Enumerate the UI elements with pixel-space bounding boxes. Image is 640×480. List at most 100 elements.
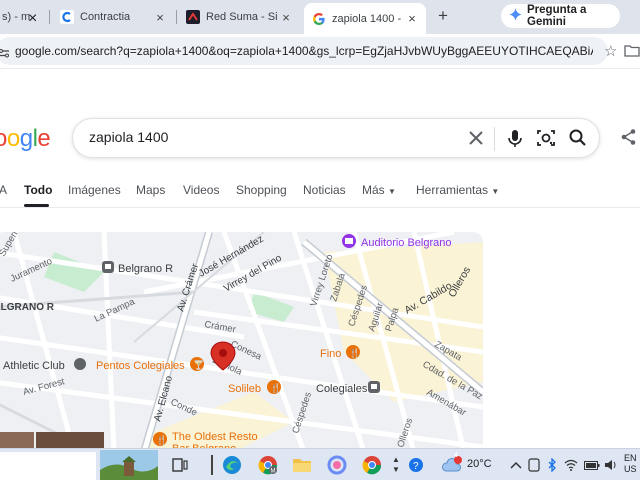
tabs-divider xyxy=(0,207,640,208)
tray-chevron-up-icon[interactable] xyxy=(507,453,525,477)
contractia-favicon-icon xyxy=(60,10,74,24)
poi-colegiales-station[interactable]: Colegiales xyxy=(316,381,380,395)
map-preview[interactable]: Superi Juramento La Pampa Av. Crámer Jos… xyxy=(0,232,483,452)
bar-icon: 🍸 xyxy=(193,359,204,370)
clear-search-icon[interactable] xyxy=(465,127,487,149)
battery-icon[interactable] xyxy=(582,453,602,477)
restaurant-icon: 🍴 xyxy=(156,434,167,446)
temperature-label[interactable]: 20°C xyxy=(467,458,492,470)
tab-mas[interactable]: Más ▼ xyxy=(362,183,396,197)
tab-mas-label: Más xyxy=(362,183,385,197)
google-favicon-icon xyxy=(312,12,326,26)
volume-icon[interactable] xyxy=(602,453,620,477)
voice-search-mic-icon[interactable] xyxy=(504,127,526,154)
map-park xyxy=(44,252,104,292)
tab-1-label: s) - m xyxy=(2,11,31,23)
poi-label: Pentos Colegiales xyxy=(96,360,185,372)
weather-icon[interactable]: 4 xyxy=(440,452,464,477)
weather-badge: 4 xyxy=(454,452,458,459)
wifi-icon[interactable] xyxy=(562,453,580,477)
widget-landscape-thumbnail[interactable] xyxy=(100,450,158,480)
poi-athletic[interactable]: Athletic Club xyxy=(3,358,86,372)
bookmarks-folder-icon[interactable] xyxy=(624,44,640,62)
tab-close-icon[interactable]: × xyxy=(152,10,168,25)
tab-separator xyxy=(176,10,177,24)
poi-solileb[interactable]: Solileb 🍴 xyxy=(228,380,281,395)
gemini-sparkle-icon xyxy=(509,8,522,24)
language-indicator[interactable]: EN US xyxy=(624,453,637,475)
search-input[interactable] xyxy=(89,129,449,145)
tab-maps[interactable]: Maps xyxy=(136,183,165,197)
taskbar-search-area[interactable] xyxy=(0,452,96,480)
svg-text:?: ? xyxy=(413,461,419,472)
url-text: google.com/search?q=zapiola+1400&oq=zapi… xyxy=(15,44,593,58)
search-box-divider xyxy=(494,127,495,151)
language-code: EN xyxy=(624,453,637,463)
tools-label: Herramientas xyxy=(416,183,489,197)
tab-noticias[interactable]: Noticias xyxy=(303,183,346,197)
poi-label: Athletic Club xyxy=(3,360,65,372)
url-field[interactable]: google.com/search?q=zapiola+1400&oq=zapi… xyxy=(0,37,608,65)
edge-icon[interactable] xyxy=(220,453,244,477)
tools-button[interactable]: Herramientas ▼ xyxy=(416,183,499,197)
poi-label: Fino xyxy=(320,348,341,360)
site-info-icon[interactable] xyxy=(0,46,10,64)
area-label: ELGRANO R xyxy=(0,302,55,313)
address-bar-row: google.com/search?q=zapiola+1400&oq=zapi… xyxy=(0,34,640,68)
tab-shopping[interactable]: Shopping xyxy=(236,183,287,197)
search-submit-icon[interactable] xyxy=(568,128,588,153)
bookmark-star-icon[interactable]: ☆ xyxy=(604,42,617,60)
gemini-label: Pregunta a Gemini xyxy=(527,4,587,28)
tab-1[interactable]: s) - m xyxy=(0,3,46,31)
chevron-down-icon: ▼ xyxy=(388,187,396,196)
chevron-down-icon: ▼ xyxy=(491,187,500,196)
photos-app-icon[interactable] xyxy=(325,453,349,477)
device-icon[interactable] xyxy=(525,453,543,477)
search-box[interactable] xyxy=(72,118,600,158)
tab-close-icon[interactable]: × xyxy=(278,10,294,25)
red-suma-favicon-icon xyxy=(186,10,200,24)
restaurant-icon: 🍴 xyxy=(270,382,281,394)
tab-red-suma[interactable]: Red Suma - Siste × xyxy=(178,3,300,31)
poi-label: Belgrano R xyxy=(118,263,173,275)
tab-1-close-icon[interactable]: × xyxy=(28,10,37,28)
poi-label: The Oldest Resto xyxy=(172,431,258,443)
street-label: Conde xyxy=(169,397,199,419)
restaurant-icon: 🍴 xyxy=(349,347,360,359)
new-tab-button[interactable]: + xyxy=(433,6,453,26)
google-lens-camera-icon[interactable] xyxy=(536,128,556,153)
poi-label: Auditorio Belgrano xyxy=(361,237,452,249)
windows-taskbar: M ▲ ▼ ? 4 20°C EN US xyxy=(0,448,640,480)
tab-zapiola-active[interactable]: zapiola 1400 - B × xyxy=(304,3,426,34)
map-canvas: Superi Juramento La Pampa Av. Crámer Jos… xyxy=(0,232,483,452)
poi-belgrano-r-station[interactable]: Belgrano R xyxy=(102,261,173,275)
task-view-icon[interactable] xyxy=(168,453,192,477)
help-icon[interactable]: ? xyxy=(404,453,428,477)
poi-fino[interactable]: Fino 🍴 xyxy=(320,345,360,360)
tab-label: Contractia xyxy=(80,11,131,23)
chrome-icon[interactable] xyxy=(360,453,384,477)
tab-contractia[interactable]: Contractia × xyxy=(52,3,174,31)
region-code: US xyxy=(624,464,637,474)
tab-separator xyxy=(49,10,50,24)
tab-videos[interactable]: Videos xyxy=(183,183,219,197)
file-explorer-icon[interactable] xyxy=(290,453,314,477)
tab-ai-mode[interactable]: A xyxy=(0,183,7,197)
poi-label: Solileb xyxy=(228,383,261,395)
tab-close-icon[interactable]: × xyxy=(404,11,420,26)
search-tabs: A Todo Imágenes Maps Videos Shopping Not… xyxy=(0,180,640,208)
street-label: Céspedes xyxy=(290,391,314,435)
svg-text:M: M xyxy=(271,469,276,475)
tab-label: zapiola 1400 - B xyxy=(332,12,404,25)
share-icon[interactable] xyxy=(620,128,638,151)
chrome-profile-icon[interactable]: M xyxy=(256,453,280,477)
tab-todo[interactable]: Todo xyxy=(24,183,52,197)
poi-label: Colegiales xyxy=(316,383,368,395)
tab-imagenes[interactable]: Imágenes xyxy=(68,183,121,197)
bluetooth-icon[interactable] xyxy=(543,453,561,477)
google-logo[interactable]: oogle xyxy=(0,125,51,153)
ask-gemini-button[interactable]: Pregunta a Gemini xyxy=(501,4,620,28)
browser-tab-strip: s) - m × Contractia × Red Suma - Siste ×… xyxy=(0,0,640,34)
tab-label: Red Suma - Siste xyxy=(206,11,278,23)
taskbar-scroll-arrows-icon[interactable]: ▲ ▼ xyxy=(388,453,404,477)
